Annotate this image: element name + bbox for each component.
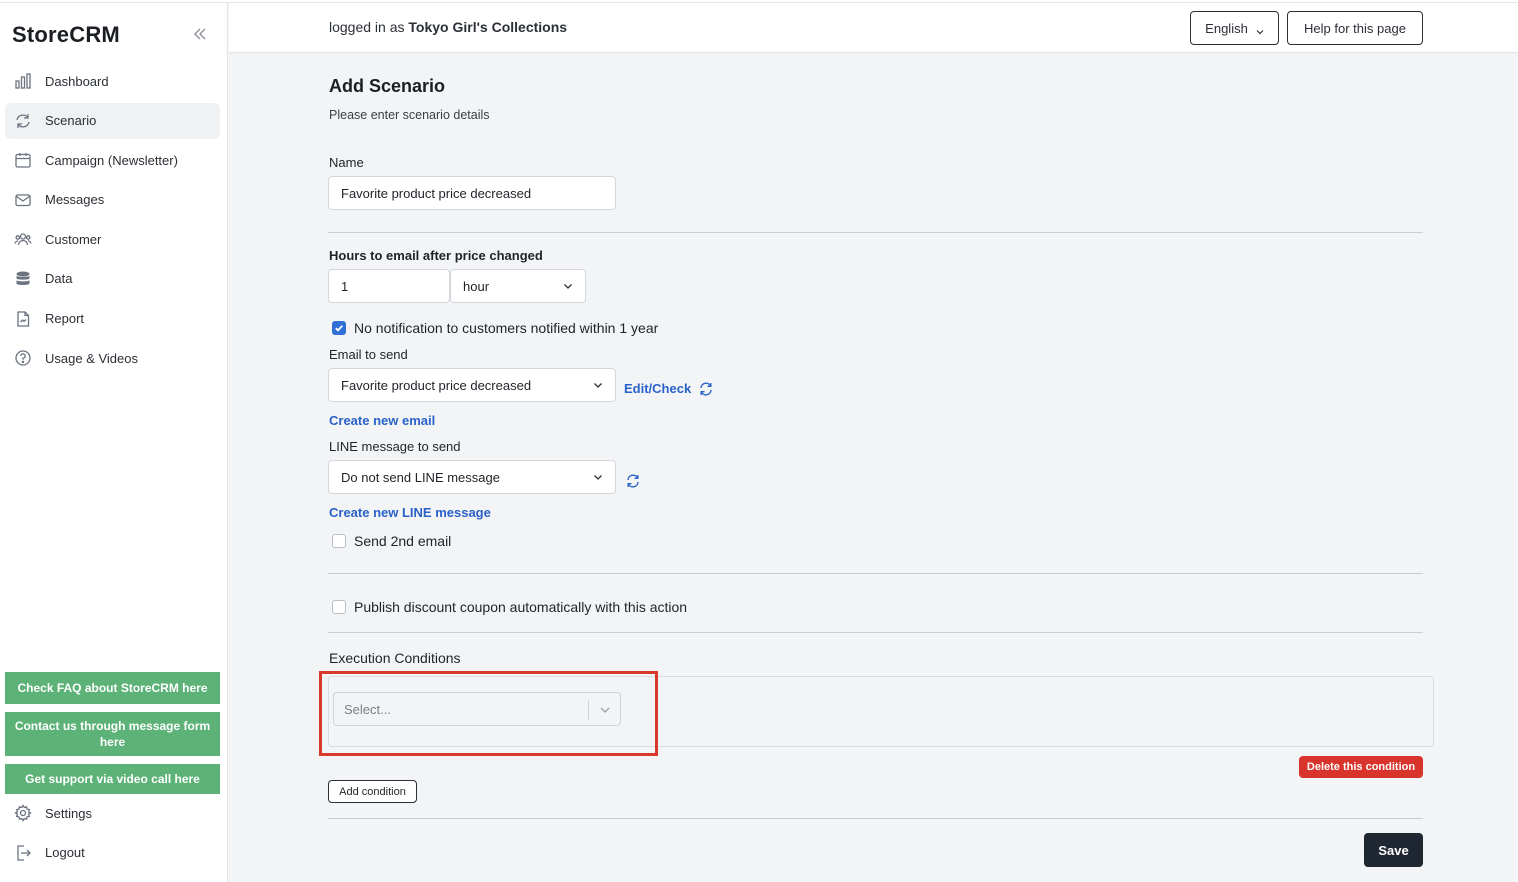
second-email-row: Send 2nd email bbox=[332, 533, 451, 549]
sidebar-item-scenario[interactable]: Scenario bbox=[5, 102, 220, 139]
email-select[interactable]: Favorite product price decreased bbox=[328, 368, 616, 402]
app-logo: StoreCRM bbox=[12, 22, 120, 47]
mail-icon bbox=[13, 190, 33, 210]
hours-input[interactable]: 1 bbox=[328, 269, 450, 303]
main-content: Add Scenario Please enter scenario detai… bbox=[229, 54, 1518, 882]
sidebar-item-usage[interactable]: Usage & Videos bbox=[5, 340, 220, 376]
bar-chart-icon bbox=[13, 71, 33, 91]
refresh-line-icon[interactable] bbox=[625, 473, 641, 489]
sidebar-item-label: Logout bbox=[45, 845, 85, 861]
second-email-checkbox[interactable] bbox=[332, 534, 346, 548]
line-select[interactable]: Do not send LINE message bbox=[328, 460, 616, 494]
hours-unit-select[interactable]: hour bbox=[450, 269, 586, 303]
name-label: Name bbox=[329, 155, 364, 170]
coupon-label: Publish discount coupon automatically wi… bbox=[354, 599, 688, 615]
document-icon bbox=[13, 309, 33, 329]
coupon-row: Publish discount coupon automatically wi… bbox=[332, 599, 687, 615]
sidebar-item-campaign[interactable]: Campaign (Newsletter) bbox=[5, 142, 220, 178]
sidebar-nav: Dashboard Scenario Campaign (Newsletter)… bbox=[5, 63, 220, 380]
create-email-link[interactable]: Create new email bbox=[329, 413, 435, 428]
email-select-value: Favorite product price decreased bbox=[341, 377, 532, 393]
help-button[interactable]: Help for this page bbox=[1287, 11, 1423, 45]
coupon-checkbox[interactable] bbox=[332, 600, 346, 614]
sidebar-item-label: Dashboard bbox=[45, 73, 109, 89]
logout-icon bbox=[13, 843, 33, 863]
execution-conditions-label: Execution Conditions bbox=[329, 650, 461, 666]
sidebar-bottom-nav: Settings Logout bbox=[5, 795, 220, 874]
language-dropdown[interactable]: English bbox=[1190, 11, 1279, 45]
page-subtitle: Please enter scenario details bbox=[329, 108, 490, 122]
database-icon bbox=[13, 269, 33, 289]
gear-icon bbox=[13, 803, 33, 823]
page-title: Add Scenario bbox=[329, 76, 446, 96]
divider bbox=[328, 232, 1423, 233]
sidebar-item-dashboard[interactable]: Dashboard bbox=[5, 63, 220, 99]
sidebar-item-data[interactable]: Data bbox=[5, 261, 220, 297]
divider bbox=[328, 818, 1423, 819]
line-select-value: Do not send LINE message bbox=[341, 469, 500, 485]
hours-unit-value: hour bbox=[463, 278, 490, 294]
store-name: Tokyo Girl's Collections bbox=[408, 19, 568, 35]
divider bbox=[328, 632, 1423, 633]
divider bbox=[328, 573, 1423, 574]
chevron-down-icon bbox=[563, 279, 573, 294]
logged-prefix: logged in as bbox=[329, 19, 405, 35]
calendar-icon bbox=[13, 150, 33, 170]
contact-button[interactable]: Contact us through message form here bbox=[5, 712, 220, 756]
language-label: English bbox=[1205, 20, 1248, 36]
create-line-link[interactable]: Create new LINE message bbox=[329, 505, 491, 520]
chevron-down-icon bbox=[593, 470, 603, 485]
sidebar-item-label: Usage & Videos bbox=[45, 350, 138, 366]
delete-condition-button[interactable]: Delete this condition bbox=[1299, 756, 1423, 778]
save-button[interactable]: Save bbox=[1364, 833, 1423, 867]
no-notify-label: No notification to customers notified wi… bbox=[354, 320, 659, 336]
sidebar-item-settings[interactable]: Settings bbox=[5, 795, 220, 831]
sidebar-item-report[interactable]: Report bbox=[5, 301, 220, 337]
sidebar-item-label: Scenario bbox=[45, 113, 97, 129]
sidebar-item-label: Campaign (Newsletter) bbox=[45, 152, 178, 168]
video-support-button[interactable]: Get support via video call here bbox=[5, 764, 220, 794]
collapse-sidebar-icon[interactable] bbox=[192, 26, 208, 42]
chevron-down-icon bbox=[593, 378, 603, 393]
sidebar-item-messages[interactable]: Messages bbox=[5, 182, 220, 218]
add-condition-button[interactable]: Add condition bbox=[328, 780, 417, 803]
refresh-email-icon[interactable] bbox=[698, 381, 714, 397]
sidebar-item-label: Data bbox=[45, 271, 73, 287]
users-icon bbox=[13, 229, 33, 249]
highlight-box bbox=[319, 671, 658, 756]
email-label: Email to send bbox=[329, 347, 408, 362]
faq-button[interactable]: Check FAQ about StoreCRM here bbox=[5, 672, 220, 704]
chevron-down-icon bbox=[1256, 24, 1264, 35]
name-input[interactable]: Favorite product price decreased bbox=[328, 176, 616, 210]
sidebar-item-customer[interactable]: Customer bbox=[5, 221, 220, 257]
no-notify-row: No notification to customers notified wi… bbox=[332, 320, 658, 336]
sidebar: StoreCRM Dashboard Scenario Campaign (Ne… bbox=[0, 3, 228, 882]
line-label: LINE message to send bbox=[329, 439, 461, 454]
edit-check-link[interactable]: Edit/Check bbox=[624, 381, 691, 396]
sidebar-item-label: Report bbox=[45, 311, 85, 327]
hours-label: Hours to email after price changed bbox=[329, 248, 543, 263]
help-circle-icon bbox=[13, 348, 33, 368]
no-notify-checkbox[interactable] bbox=[332, 321, 346, 335]
sidebar-item-label: Customer bbox=[45, 231, 102, 247]
refresh-icon bbox=[13, 111, 33, 131]
logged-in-text: logged in as Tokyo Girl's Collections bbox=[329, 19, 567, 35]
sidebar-item-label: Messages bbox=[45, 192, 105, 208]
second-email-label: Send 2nd email bbox=[354, 533, 452, 549]
sidebar-item-logout[interactable]: Logout bbox=[5, 835, 220, 871]
sidebar-item-label: Settings bbox=[45, 805, 92, 821]
top-header: logged in as Tokyo Girl's Collections En… bbox=[229, 3, 1518, 53]
